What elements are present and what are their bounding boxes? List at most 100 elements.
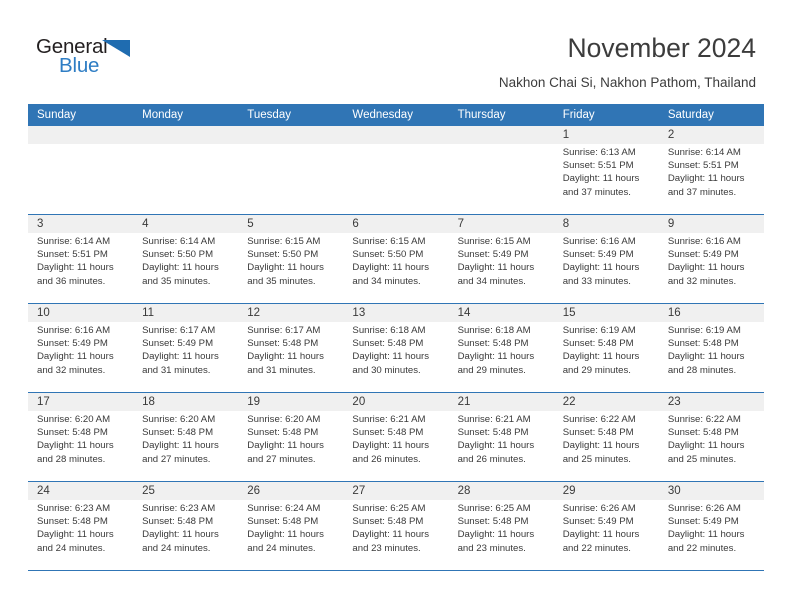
day-daylight-1-text: Daylight: 11 hours bbox=[667, 351, 745, 363]
day-number[interactable]: 1 bbox=[554, 126, 659, 144]
day-number[interactable]: 10 bbox=[28, 304, 133, 322]
week-detail-row: Sunrise: 6:13 AM Sunset: 5:51 PM Daylight:… bbox=[28, 144, 764, 214]
day-sunrise-text: Sunrise: 6:15 AM bbox=[457, 236, 531, 247]
day-number[interactable]: 18 bbox=[133, 393, 238, 411]
logo[interactable]: General Blue bbox=[36, 36, 156, 82]
day-number[interactable]: 17 bbox=[28, 393, 133, 411]
day-number[interactable]: 15 bbox=[554, 304, 659, 322]
weekday-header-tuesday: Tuesday bbox=[247, 109, 291, 121]
day-cell[interactable]: Sunrise: 6:21 AM Sunset: 5:48 PM Daylight:… bbox=[343, 411, 448, 481]
day-sunrise-text: Sunrise: 6:18 AM bbox=[352, 325, 426, 336]
day-number[interactable]: 28 bbox=[449, 482, 554, 500]
day-number[interactable]: 13 bbox=[343, 304, 448, 322]
day-cell[interactable]: Sunrise: 6:19 AM Sunset: 5:48 PM Daylight:… bbox=[659, 322, 764, 392]
day-number[interactable]: 22 bbox=[554, 393, 659, 411]
calendar-week-row: 10 11 12 13 14 15 16 Sunrise: 6:16 AM Sunset: 5:… bbox=[28, 304, 764, 393]
day-cell[interactable]: Sunrise: 6:25 AM Sunset: 5:48 PM Daylight:… bbox=[449, 500, 554, 570]
day-number[interactable]: 9 bbox=[659, 215, 764, 233]
weekday-header-wednesday: Wednesday bbox=[352, 109, 413, 121]
day-daylight-2-text: and 34 minutes. bbox=[457, 275, 526, 287]
day-number[interactable]: 14 bbox=[449, 304, 554, 322]
day-cell[interactable]: Sunrise: 6:20 AM Sunset: 5:48 PM Daylight:… bbox=[28, 411, 133, 481]
calendar-week-row: 1 2 Sunrise: 6:13 AM Sunset: 5:51 PM Dayligh… bbox=[28, 126, 764, 215]
day-number[interactable]: 25 bbox=[133, 482, 238, 500]
day-number[interactable]: 26 bbox=[238, 482, 343, 500]
day-sunset-text: Sunset: 5:48 PM bbox=[142, 427, 214, 439]
day-number[interactable]: 27 bbox=[343, 482, 448, 500]
day-cell[interactable]: Sunrise: 6:15 AM Sunset: 5:50 PM Daylight:… bbox=[343, 233, 448, 303]
day-number[interactable]: 29 bbox=[554, 482, 659, 500]
day-sunrise-text: Sunrise: 6:15 AM bbox=[247, 236, 321, 247]
day-number[interactable]: 5 bbox=[238, 215, 343, 233]
day-cell[interactable]: Sunrise: 6:14 AM Sunset: 5:50 PM Daylight:… bbox=[133, 233, 238, 303]
day-number[interactable]: 3 bbox=[28, 215, 133, 233]
day-cell[interactable]: Sunrise: 6:14 AM Sunset: 5:51 PM Daylight:… bbox=[659, 144, 764, 214]
day-sunset-text: Sunset: 5:48 PM bbox=[457, 516, 529, 528]
day-cell[interactable]: Sunrise: 6:20 AM Sunset: 5:48 PM Daylight:… bbox=[238, 411, 343, 481]
day-cell[interactable]: Sunrise: 6:22 AM Sunset: 5:48 PM Daylight:… bbox=[554, 411, 659, 481]
week-detail-row: Sunrise: 6:14 AM Sunset: 5:51 PM Daylight:… bbox=[28, 233, 764, 303]
day-sunset-text: Sunset: 5:50 PM bbox=[352, 249, 424, 261]
day-sunrise-text: Sunrise: 6:26 AM bbox=[562, 503, 636, 514]
day-cell[interactable]: Sunrise: 6:13 AM Sunset: 5:51 PM Daylight:… bbox=[554, 144, 659, 214]
day-number[interactable]: 4 bbox=[133, 215, 238, 233]
day-cell[interactable]: Sunrise: 6:18 AM Sunset: 5:48 PM Daylight:… bbox=[449, 322, 554, 392]
day-cell[interactable]: Sunrise: 6:26 AM Sunset: 5:49 PM Daylight:… bbox=[554, 500, 659, 570]
day-cell[interactable]: Sunrise: 6:15 AM Sunset: 5:49 PM Daylight:… bbox=[449, 233, 554, 303]
day-cell[interactable]: Sunrise: 6:16 AM Sunset: 5:49 PM Daylight:… bbox=[554, 233, 659, 303]
day-number[interactable]: 23 bbox=[659, 393, 764, 411]
day-daylight-2-text: and 32 minutes. bbox=[37, 364, 106, 376]
day-number[interactable]: 2 bbox=[659, 126, 764, 144]
day-number[interactable]: 6 bbox=[343, 215, 448, 233]
day-sunset-text: Sunset: 5:48 PM bbox=[667, 427, 739, 439]
day-sunrise-text: Sunrise: 6:23 AM bbox=[142, 503, 216, 514]
day-cell[interactable]: Sunrise: 6:22 AM Sunset: 5:48 PM Daylight:… bbox=[659, 411, 764, 481]
day-sunset-text: Sunset: 5:48 PM bbox=[247, 427, 319, 439]
day-cell[interactable]: Sunrise: 6:17 AM Sunset: 5:49 PM Daylight:… bbox=[133, 322, 238, 392]
day-sunrise-text: Sunrise: 6:20 AM bbox=[247, 414, 321, 425]
day-cell[interactable]: Sunrise: 6:26 AM Sunset: 5:49 PM Daylight:… bbox=[659, 500, 764, 570]
day-sunrise-text: Sunrise: 6:26 AM bbox=[667, 503, 741, 514]
week-detail-row: Sunrise: 6:16 AM Sunset: 5:49 PM Daylight:… bbox=[28, 322, 764, 392]
day-number[interactable]: 19 bbox=[238, 393, 343, 411]
day-cell[interactable]: Sunrise: 6:16 AM Sunset: 5:49 PM Daylight:… bbox=[28, 322, 133, 392]
day-cell[interactable]: Sunrise: 6:18 AM Sunset: 5:48 PM Daylight:… bbox=[343, 322, 448, 392]
day-daylight-1-text: Daylight: 11 hours bbox=[247, 440, 324, 452]
day-cell[interactable]: Sunrise: 6:19 AM Sunset: 5:48 PM Daylight:… bbox=[554, 322, 659, 392]
day-number[interactable]: 21 bbox=[449, 393, 554, 411]
day-cell[interactable]: Sunrise: 6:15 AM Sunset: 5:50 PM Daylight:… bbox=[238, 233, 343, 303]
day-sunset-text: Sunset: 5:50 PM bbox=[142, 249, 214, 261]
day-sunrise-text: Sunrise: 6:19 AM bbox=[667, 325, 741, 336]
day-daylight-1-text: Daylight: 11 hours bbox=[142, 440, 219, 452]
day-daylight-2-text: and 37 minutes. bbox=[562, 186, 631, 198]
day-number[interactable]: 8 bbox=[554, 215, 659, 233]
day-number[interactable]: 7 bbox=[449, 215, 554, 233]
day-cell[interactable]: Sunrise: 6:25 AM Sunset: 5:48 PM Daylight:… bbox=[343, 500, 448, 570]
day-cell[interactable]: Sunrise: 6:23 AM Sunset: 5:48 PM Daylight:… bbox=[28, 500, 133, 570]
day-cell[interactable]: Sunrise: 6:23 AM Sunset: 5:48 PM Daylight:… bbox=[133, 500, 238, 570]
day-cell[interactable]: Sunrise: 6:21 AM Sunset: 5:48 PM Daylight:… bbox=[449, 411, 554, 481]
day-sunset-text: Sunset: 5:49 PM bbox=[562, 249, 634, 261]
day-cell[interactable]: Sunrise: 6:17 AM Sunset: 5:48 PM Daylight:… bbox=[238, 322, 343, 392]
day-sunrise-text: Sunrise: 6:24 AM bbox=[247, 503, 321, 514]
week-detail-row: Sunrise: 6:23 AM Sunset: 5:48 PM Daylight:… bbox=[28, 500, 764, 570]
day-cell[interactable]: Sunrise: 6:20 AM Sunset: 5:48 PM Daylight:… bbox=[133, 411, 238, 481]
day-number[interactable]: 30 bbox=[659, 482, 764, 500]
day-daylight-2-text: and 33 minutes. bbox=[562, 275, 631, 287]
day-number[interactable]: 12 bbox=[238, 304, 343, 322]
day-number[interactable]: 11 bbox=[133, 304, 238, 322]
day-cell[interactable]: Sunrise: 6:14 AM Sunset: 5:51 PM Daylight:… bbox=[28, 233, 133, 303]
day-daylight-1-text: Daylight: 11 hours bbox=[247, 529, 324, 541]
day-daylight-2-text: and 36 minutes. bbox=[37, 275, 106, 287]
day-sunrise-text: Sunrise: 6:14 AM bbox=[667, 147, 741, 158]
weekday-header-thursday: Thursday bbox=[457, 109, 506, 121]
day-sunset-text: Sunset: 5:48 PM bbox=[352, 338, 424, 350]
day-daylight-2-text: and 22 minutes. bbox=[667, 542, 737, 554]
day-number[interactable]: 16 bbox=[659, 304, 764, 322]
day-cell[interactable]: Sunrise: 6:16 AM Sunset: 5:49 PM Daylight:… bbox=[659, 233, 764, 303]
calendar-week-row: 3 4 5 6 7 8 9 Sunrise: 6:14 AM Sunset: 5:51 PM Da… bbox=[28, 215, 764, 304]
day-number[interactable]: 24 bbox=[28, 482, 133, 500]
day-cell[interactable]: Sunrise: 6:24 AM Sunset: 5:48 PM Daylight:… bbox=[238, 500, 343, 570]
day-number[interactable]: 20 bbox=[343, 393, 448, 411]
day-sunrise-text: Sunrise: 6:16 AM bbox=[562, 236, 636, 247]
